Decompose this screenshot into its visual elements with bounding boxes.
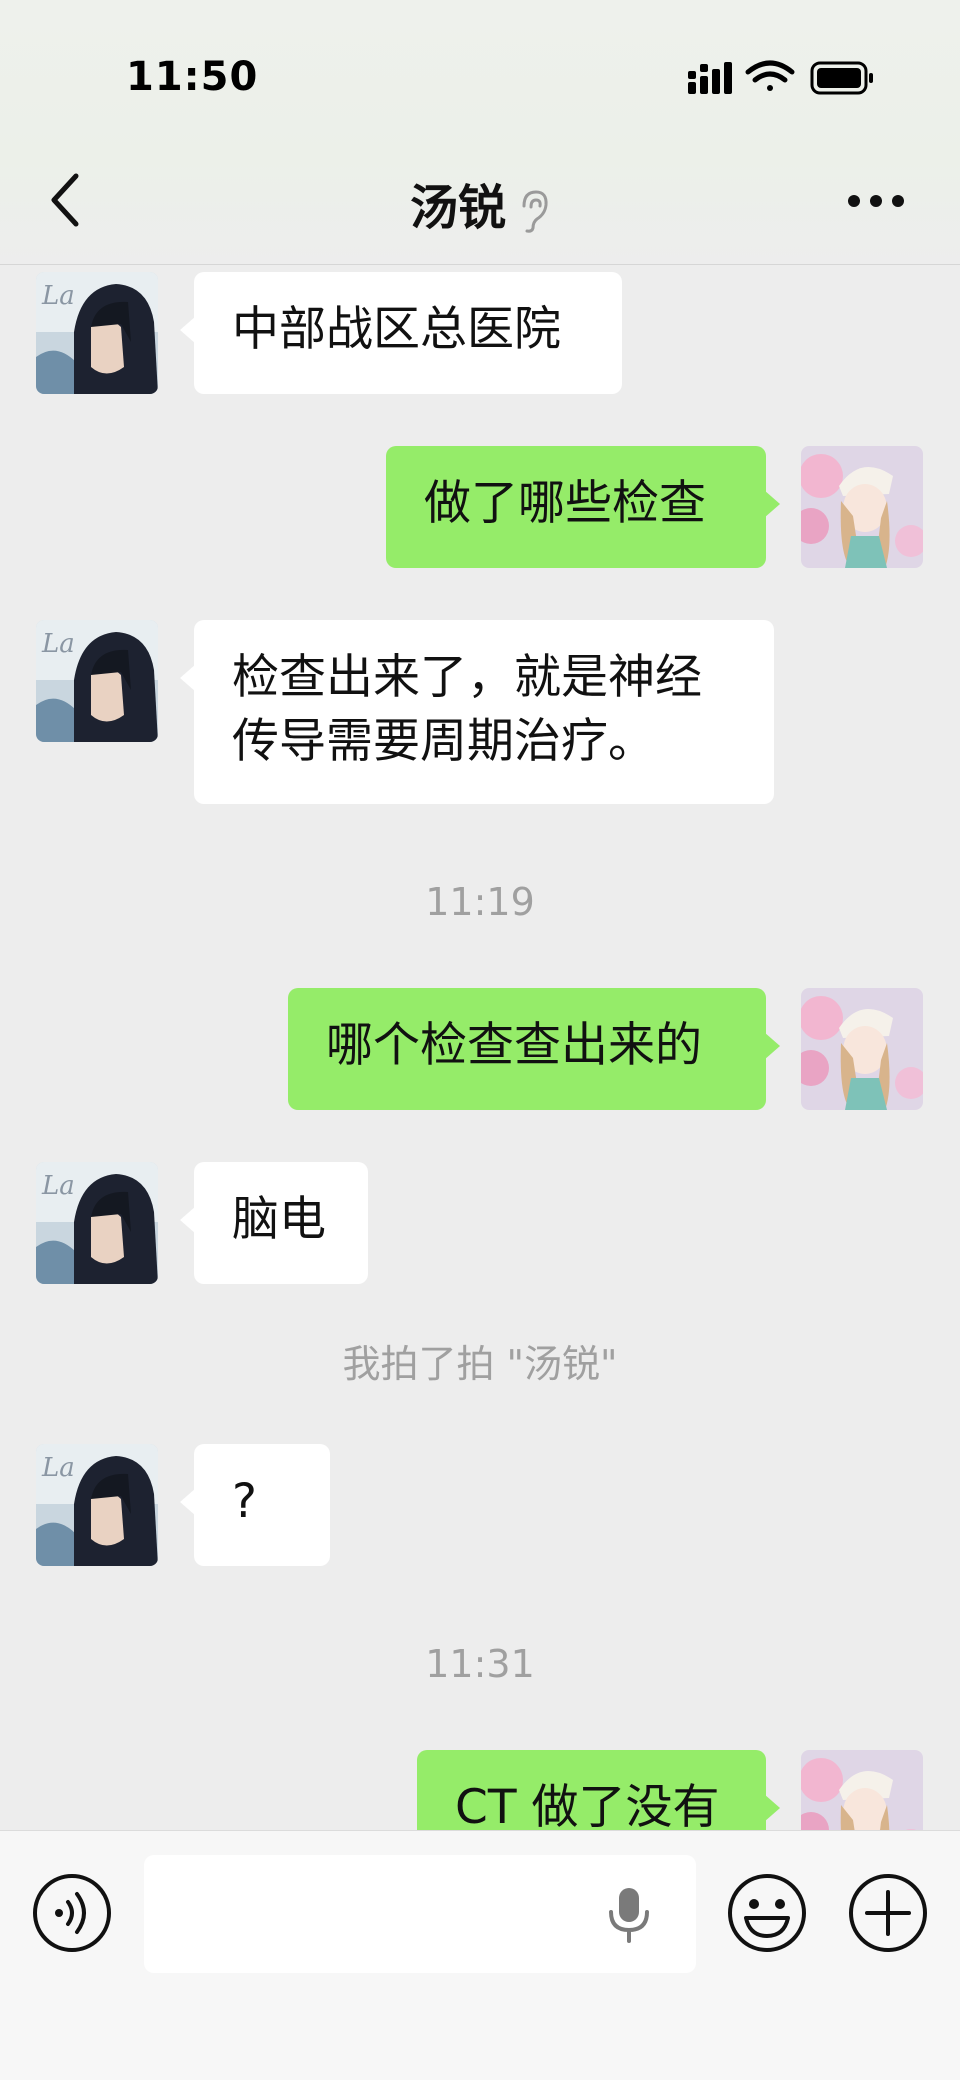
message-bubble-incoming[interactable]: 检查出来了，就是神经 传导需要周期治疗。	[180, 620, 774, 804]
mic-icon[interactable]	[606, 1886, 652, 1944]
contact-avatar[interactable]	[36, 620, 158, 742]
emoji-icon[interactable]	[726, 1872, 808, 1954]
status-time: 11:50	[126, 54, 259, 100]
chat-title: 汤锐	[0, 168, 960, 238]
message-bubble-incoming[interactable]: ?	[180, 1444, 330, 1566]
chat-title-text: 汤锐	[409, 180, 506, 236]
contact-avatar[interactable]	[36, 1444, 158, 1566]
ear-icon	[522, 190, 548, 233]
plus-icon[interactable]	[847, 1872, 929, 1954]
timestamp: 11:19	[425, 880, 535, 924]
timestamp: 11:31	[425, 1642, 535, 1686]
signal-icon	[688, 62, 732, 94]
status-icons	[688, 60, 873, 95]
message-bubble-incoming[interactable]: 脑电	[180, 1162, 368, 1284]
pat-notice: 我拍了拍 "汤锐"	[342, 1342, 618, 1386]
message-bubble-outgoing[interactable]: 哪个检查查出来的	[288, 988, 780, 1110]
my-avatar[interactable]	[801, 446, 923, 568]
message-bubble-incoming[interactable]: 中部战区总医院	[180, 272, 622, 394]
battery-icon	[810, 61, 873, 95]
chat-header: 11:50 汤锐	[0, 0, 960, 265]
more-icon[interactable]	[846, 190, 906, 212]
my-avatar[interactable]	[801, 988, 923, 1110]
contact-avatar[interactable]	[36, 1162, 158, 1284]
voice-icon[interactable]	[31, 1872, 113, 1954]
contact-avatar[interactable]	[36, 272, 158, 394]
wifi-icon	[745, 60, 795, 91]
message-bubble-outgoing[interactable]: 做了哪些检查	[386, 446, 780, 568]
